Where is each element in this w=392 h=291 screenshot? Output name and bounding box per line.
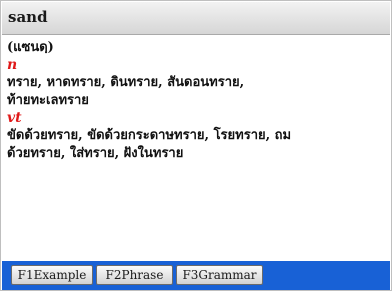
pronunciation: (แซนดฺ) [7, 40, 54, 55]
definition-line: ทราย, หาดทราย, ดินทราย, สันดอนทราย, [7, 75, 245, 90]
part-of-speech-verb: vt [7, 110, 22, 126]
definition-line: ด้วยทราย, ใส่ทราย, ฝังในทราย [7, 146, 184, 161]
function-key-bar: F1Example F2Phrase F3Grammar [2, 261, 390, 290]
headword: sand [8, 8, 48, 26]
entry-content[interactable]: (แซนดฺ) n ทราย, หาดทราย, ดินทราย, สันดอน… [7, 39, 387, 253]
dictionary-window: sand (แซนดฺ) n ทราย, หาดทราย, ดินทราย, ส… [0, 0, 392, 291]
definition-line: ท้ายทะเลทราย [7, 93, 89, 108]
definition-line: ขัดด้วยทราย, ขัดด้วยกระดาษทราย, โรยทราย,… [7, 128, 292, 143]
f1-example-button[interactable]: F1Example [11, 265, 93, 285]
headword-bar: sand [2, 2, 390, 35]
f3-grammar-button[interactable]: F3Grammar [176, 265, 263, 285]
f2-phrase-button[interactable]: F2Phrase [96, 265, 173, 285]
part-of-speech-noun: n [7, 57, 18, 73]
